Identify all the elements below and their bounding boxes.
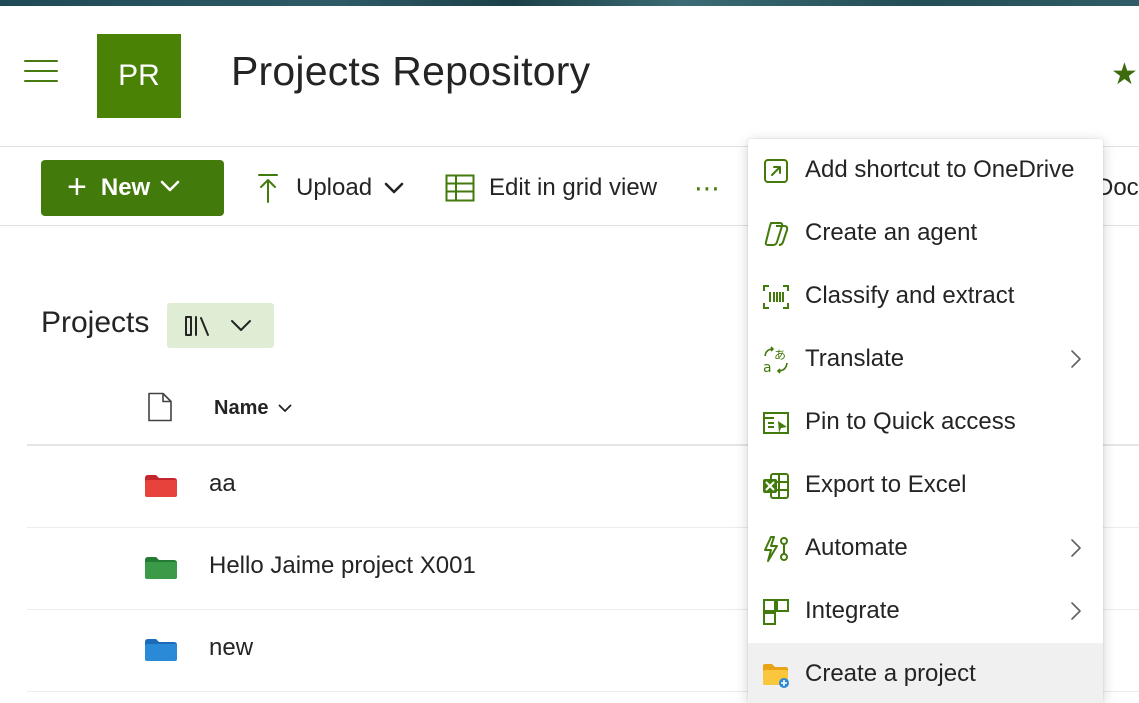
svg-text:a: a [763,360,772,374]
chevron-down-icon [230,319,252,332]
translate-icon: aあ [762,346,790,376]
item-name[interactable]: aa [209,470,236,498]
new-button[interactable]: + New [41,160,224,216]
menu-item-label: Translate [805,345,905,372]
edit-grid-view-button[interactable]: Edit in grid view [445,169,657,207]
more-actions-menu: Add shortcut to OneDrive Create an agent… [748,139,1103,703]
site-initials: PR [118,59,160,92]
chevron-right-icon [1070,601,1082,626]
library-title: Projects [41,306,150,339]
more-options-icon[interactable]: ⋯ [694,169,721,207]
grid-icon [445,174,475,202]
menu-item-label: Add shortcut to OneDrive [805,156,1075,183]
menu-item-label: Export to Excel [805,471,967,498]
menu-item-label: Create a project [805,660,976,687]
chevron-down-icon [384,182,404,194]
site-header: PR Projects Repository ★ [0,6,1139,146]
excel-icon [762,472,790,500]
item-name[interactable]: new [209,634,253,662]
menu-item-export-excel[interactable]: Export to Excel [748,454,1103,517]
svg-text:あ: あ [774,348,786,362]
shortcut-icon [762,157,790,185]
upload-icon [256,172,280,204]
project-folder-icon [762,661,790,689]
folder-icon [144,556,178,585]
menu-item-label: Pin to Quick access [805,408,1016,435]
pin-icon [762,409,790,437]
item-name[interactable]: Hello Jaime project X001 [209,552,476,580]
menu-item-label: Automate [805,534,908,561]
menu-item-integrate[interactable]: Integrate [748,580,1103,643]
menu-item-label: Classify and extract [805,282,1015,309]
menu-item-classify-extract[interactable]: Classify and extract [748,265,1103,328]
menu-item-pin-quick-access[interactable]: Pin to Quick access [748,391,1103,454]
plus-icon: + [67,167,87,206]
menu-item-label: Integrate [805,597,900,624]
chevron-right-icon [1070,538,1082,563]
name-column-header[interactable]: Name [214,397,292,420]
file-type-icon[interactable] [147,392,173,427]
star-icon[interactable]: ★ [1111,60,1138,90]
upload-label: Upload [296,174,373,201]
chevron-right-icon [1070,349,1082,374]
integrate-icon [762,598,790,626]
folder-icon [144,638,178,667]
menu-item-add-shortcut[interactable]: Add shortcut to OneDrive [748,139,1103,202]
agent-icon [762,220,790,248]
menu-item-automate[interactable]: Automate [748,517,1103,580]
upload-button[interactable]: Upload [256,169,404,207]
automate-icon [762,535,790,563]
hamburger-menu-icon[interactable] [22,58,60,84]
classify-icon [762,283,790,311]
chevron-down-icon [160,179,180,197]
folder-icon [144,474,178,503]
site-logo[interactable]: PR [97,34,181,118]
menu-item-label: Create an agent [805,219,978,246]
library-icon [183,315,213,337]
name-header-label: Name [214,397,269,419]
view-switcher-button[interactable] [167,303,274,348]
menu-item-create-agent[interactable]: Create an agent [748,202,1103,265]
site-title[interactable]: Projects Repository [231,48,590,95]
edit-grid-label: Edit in grid view [489,174,658,201]
menu-item-create-project[interactable]: Create a project [748,643,1103,703]
menu-item-translate[interactable]: aあ Translate [748,328,1103,391]
new-button-label: New [100,174,151,201]
chevron-down-icon [279,404,292,412]
